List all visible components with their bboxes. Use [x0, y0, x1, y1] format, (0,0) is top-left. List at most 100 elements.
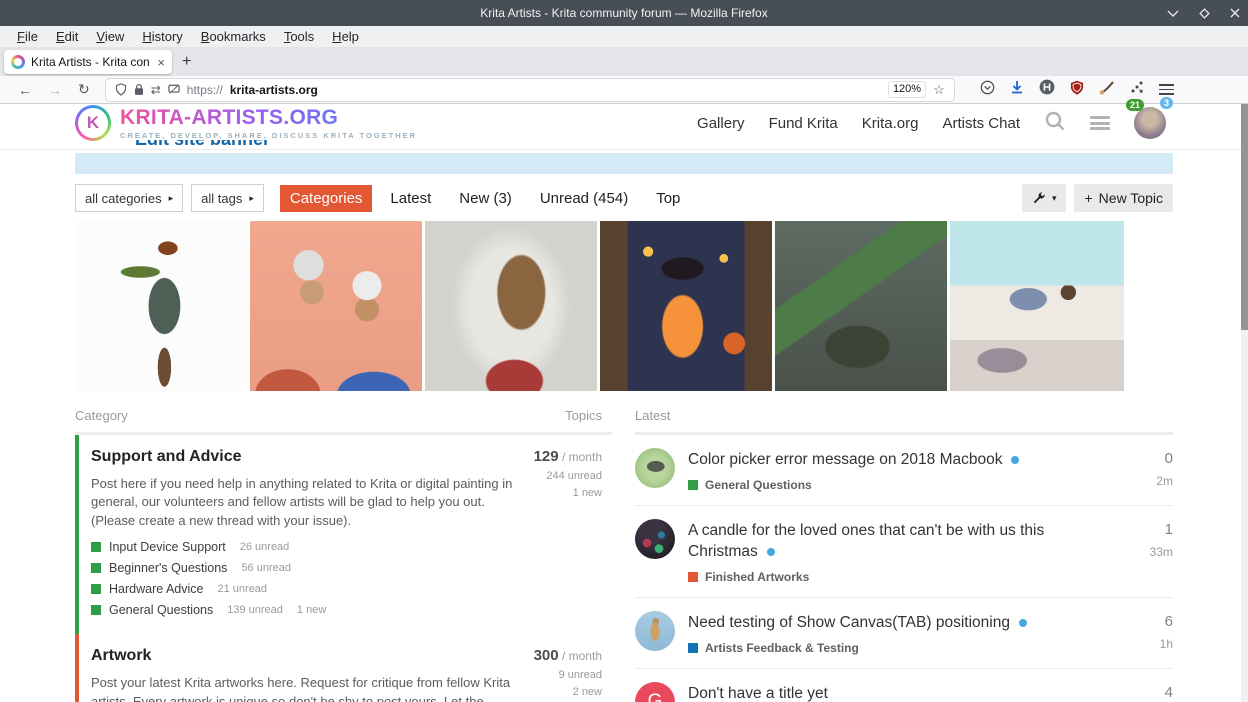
- tab-categories[interactable]: Categories: [279, 184, 373, 212]
- downloads-icon[interactable]: [1010, 80, 1024, 100]
- column-header-category: Category: [75, 408, 128, 423]
- forward-button[interactable]: →: [40, 82, 70, 98]
- tab-top[interactable]: Top: [646, 185, 690, 212]
- search-icon[interactable]: [1044, 110, 1066, 137]
- window-title: Krita Artists - Krita community forum — …: [480, 6, 768, 20]
- admin-wrench-button[interactable]: ▾: [1021, 184, 1067, 212]
- browser-window: Krita Artists - Krita community forum — …: [0, 0, 1248, 702]
- banner-image-pixel-room[interactable]: [950, 221, 1124, 391]
- topic-author-avatar[interactable]: G: [635, 681, 675, 702]
- subcategory-hardware-advice[interactable]: Hardware Advice 21 unread: [91, 582, 520, 596]
- page-scrollbar[interactable]: [1241, 104, 1248, 702]
- krita-artists-logo-icon: K: [75, 105, 111, 141]
- nav-fund-krita[interactable]: Fund Krita: [769, 115, 838, 132]
- latest-column: Latest Color picker error message on 201…: [635, 403, 1173, 702]
- site-title: KRITA-ARTISTS.ORG: [120, 107, 417, 128]
- topic-category-badge[interactable]: Finished Artworks: [688, 570, 1114, 584]
- user-avatar[interactable]: 21 3: [1126, 97, 1173, 139]
- paintbrush-extension-icon[interactable]: [1099, 80, 1115, 100]
- nav-artists-chat[interactable]: Artists Chat: [942, 115, 1020, 132]
- menu-view[interactable]: View: [87, 29, 133, 44]
- site-logo[interactable]: K KRITA-ARTISTS.ORG CREATE, DEVELOP, SHA…: [75, 105, 417, 141]
- site-header: K KRITA-ARTISTS.ORG CREATE, DEVELOP, SHA…: [0, 97, 1248, 141]
- pocket-icon[interactable]: [980, 80, 995, 100]
- notification-badge-green[interactable]: 21: [1126, 99, 1145, 111]
- category-title[interactable]: Artwork: [91, 647, 520, 665]
- banner-image-halloween-witch[interactable]: [600, 221, 772, 391]
- topic-category-badge[interactable]: General Questions: [688, 478, 1114, 492]
- permissions-icon[interactable]: ⇄: [151, 83, 161, 97]
- caret-right-icon: ▸: [168, 192, 174, 203]
- menu-bar: File Edit View History Bookmarks Tools H…: [0, 26, 1248, 48]
- topic-row: Color picker error message on 2018 Macbo…: [635, 435, 1173, 506]
- reply-count: 4: [1164, 683, 1173, 701]
- nav-krita-org[interactable]: Krita.org: [862, 115, 919, 132]
- banner-image-elderly-couple[interactable]: [250, 221, 422, 391]
- column-header-topics: Topics: [565, 408, 602, 423]
- tab-latest[interactable]: Latest: [380, 185, 441, 212]
- topic-row: Need testing of Show Canvas(TAB) positio…: [635, 598, 1173, 669]
- sidebar-hamburger-icon[interactable]: [1090, 116, 1110, 130]
- topic-filter-bar: all categories ▸ all tags ▸ Categories L…: [75, 184, 1173, 212]
- wrench-icon: [1033, 192, 1045, 204]
- tag-filter-dropdown[interactable]: all tags ▸: [191, 184, 264, 212]
- tab-unread[interactable]: Unread (454): [530, 185, 638, 212]
- reload-button[interactable]: ↻: [70, 81, 98, 98]
- zoom-level-indicator[interactable]: 120%: [887, 81, 927, 98]
- menu-edit[interactable]: Edit: [47, 29, 87, 44]
- topic-author-avatar[interactable]: [635, 610, 675, 651]
- topic-category-badge[interactable]: Artists Feedback & Testing: [688, 641, 1114, 655]
- browser-tab[interactable]: Krita Artists - Krita con ×: [4, 50, 172, 74]
- bookmark-star-icon[interactable]: ☆: [933, 82, 945, 98]
- new-topic-button[interactable]: + New Topic: [1074, 184, 1173, 212]
- screenshare-blocked-icon[interactable]: [168, 84, 180, 95]
- address-bar[interactable]: ⇄ https:// krita-artists.org 120% ☆: [105, 78, 954, 101]
- banner-image-girl-portrait[interactable]: [425, 221, 597, 391]
- account-extension-icon[interactable]: [1039, 79, 1055, 100]
- subcategory-beginners-questions[interactable]: Beginner's Questions 56 unread: [91, 561, 520, 575]
- banner-image-druid-character[interactable]: [75, 221, 247, 391]
- category-stats: 129 / month 244 unread 1 new: [533, 448, 602, 499]
- nav-gallery[interactable]: Gallery: [697, 115, 745, 132]
- menu-bookmarks[interactable]: Bookmarks: [192, 29, 275, 44]
- menu-help[interactable]: Help: [323, 29, 368, 44]
- banner-image-mouse-toad-rain[interactable]: [775, 221, 947, 391]
- category-row-artwork: Artwork Post your latest Krita artworks …: [75, 634, 612, 702]
- last-activity-time: 33m: [1149, 544, 1173, 559]
- topic-title[interactable]: Need testing of Show Canvas(TAB) positio…: [688, 614, 1010, 631]
- subcategory-input-device-support[interactable]: Input Device Support 26 unread: [91, 540, 520, 554]
- back-button[interactable]: ←: [10, 82, 40, 98]
- caret-right-icon: ▸: [249, 192, 254, 203]
- tracking-shield-icon[interactable]: [115, 83, 127, 96]
- topic-title[interactable]: A candle for the loved ones that can't b…: [688, 522, 1044, 560]
- topic-author-avatar[interactable]: [635, 448, 675, 488]
- unread-dot: [1018, 618, 1027, 627]
- clipped-banner-link[interactable]: Edit site banner: [135, 140, 555, 149]
- topic-row: A candle for the loved ones that can't b…: [635, 506, 1173, 598]
- menu-history[interactable]: History: [133, 29, 191, 44]
- category-filter-dropdown[interactable]: all categories ▸: [75, 184, 184, 212]
- close-window-icon[interactable]: [1230, 8, 1240, 18]
- topic-title[interactable]: Don't have a title yet: [688, 685, 828, 702]
- minimize-icon[interactable]: [1167, 9, 1179, 17]
- menu-file[interactable]: File: [8, 29, 47, 44]
- scrollbar-thumb[interactable]: [1241, 104, 1248, 330]
- topic-title[interactable]: Color picker error message on 2018 Macbo…: [688, 451, 1002, 468]
- unread-dot: [1011, 455, 1020, 464]
- notification-badge-blue[interactable]: 3: [1159, 97, 1173, 109]
- extensions-menu-icon[interactable]: [1130, 80, 1144, 99]
- lock-icon[interactable]: [134, 83, 144, 96]
- firefox-menu-icon[interactable]: [1158, 84, 1174, 95]
- ublock-shield-icon[interactable]: [1070, 80, 1084, 100]
- url-domain: krita-artists.org: [229, 82, 318, 97]
- last-activity-time: 1h: [1159, 636, 1173, 651]
- topic-author-avatar[interactable]: [635, 518, 675, 559]
- maximize-icon[interactable]: [1199, 7, 1210, 19]
- category-color-square: [91, 605, 101, 616]
- tab-new[interactable]: New (3): [449, 185, 522, 212]
- tab-close-icon[interactable]: ×: [157, 55, 165, 70]
- new-tab-button[interactable]: +: [182, 53, 191, 71]
- menu-tools[interactable]: Tools: [275, 29, 323, 44]
- subcategory-general-questions[interactable]: General Questions 139 unread 1 new: [91, 603, 520, 617]
- category-title[interactable]: Support and Advice: [91, 448, 520, 466]
